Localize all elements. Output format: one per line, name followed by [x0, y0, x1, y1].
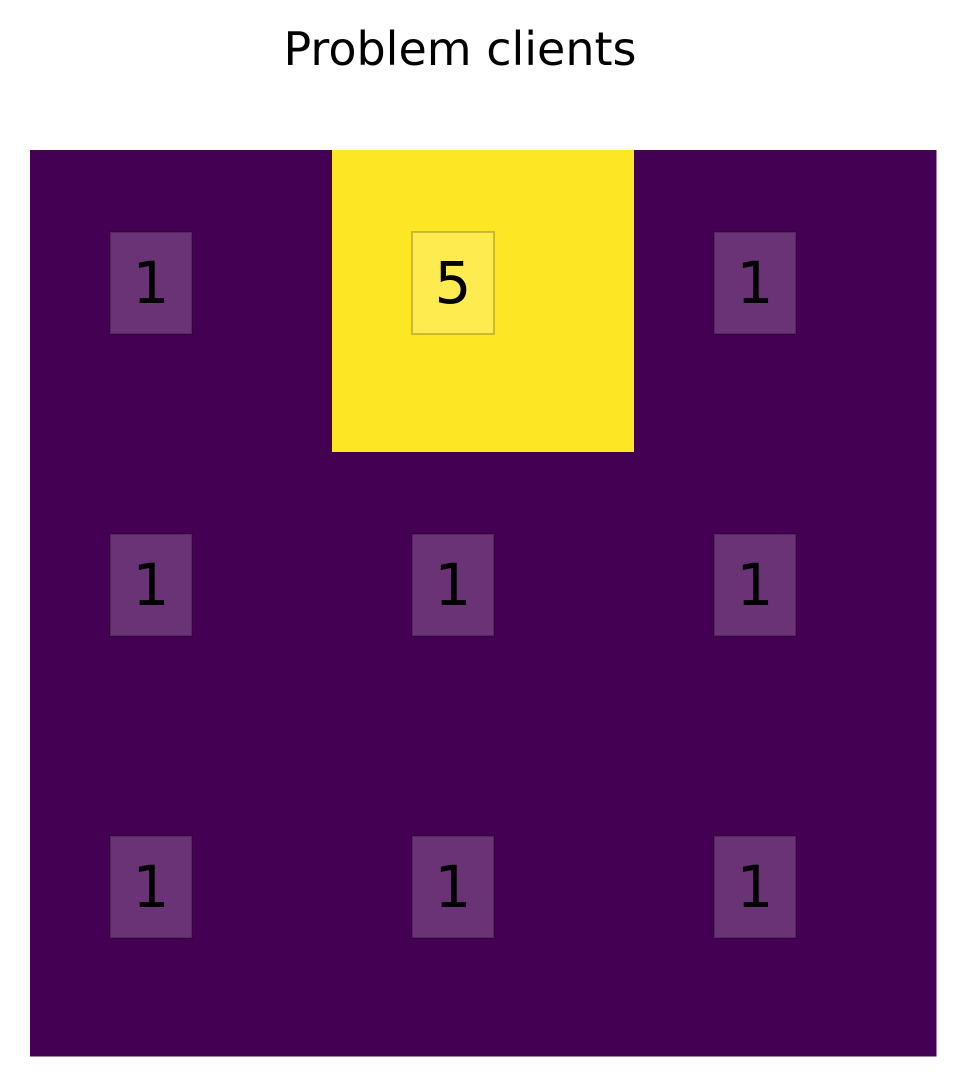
cell-value-label-r0-c1: 5: [435, 249, 472, 317]
cell-value-label-r2-c1: 1: [435, 853, 472, 921]
cell-value-label-r1-c2: 1: [737, 551, 774, 619]
cell-value-label-r0-c0: 1: [133, 249, 170, 317]
cell-value-label-r0-c2: 1: [737, 249, 774, 317]
heatmap-chart: 1 5 1 1 1 1 1 1 1: [30, 150, 937, 1057]
cell-value-label-r2-c0: 1: [133, 853, 170, 921]
cell-value-label-r1-c1: 1: [435, 551, 472, 619]
cell-value-label-r1-c0: 1: [133, 551, 170, 619]
cell-value-label-r2-c2: 1: [737, 853, 774, 921]
